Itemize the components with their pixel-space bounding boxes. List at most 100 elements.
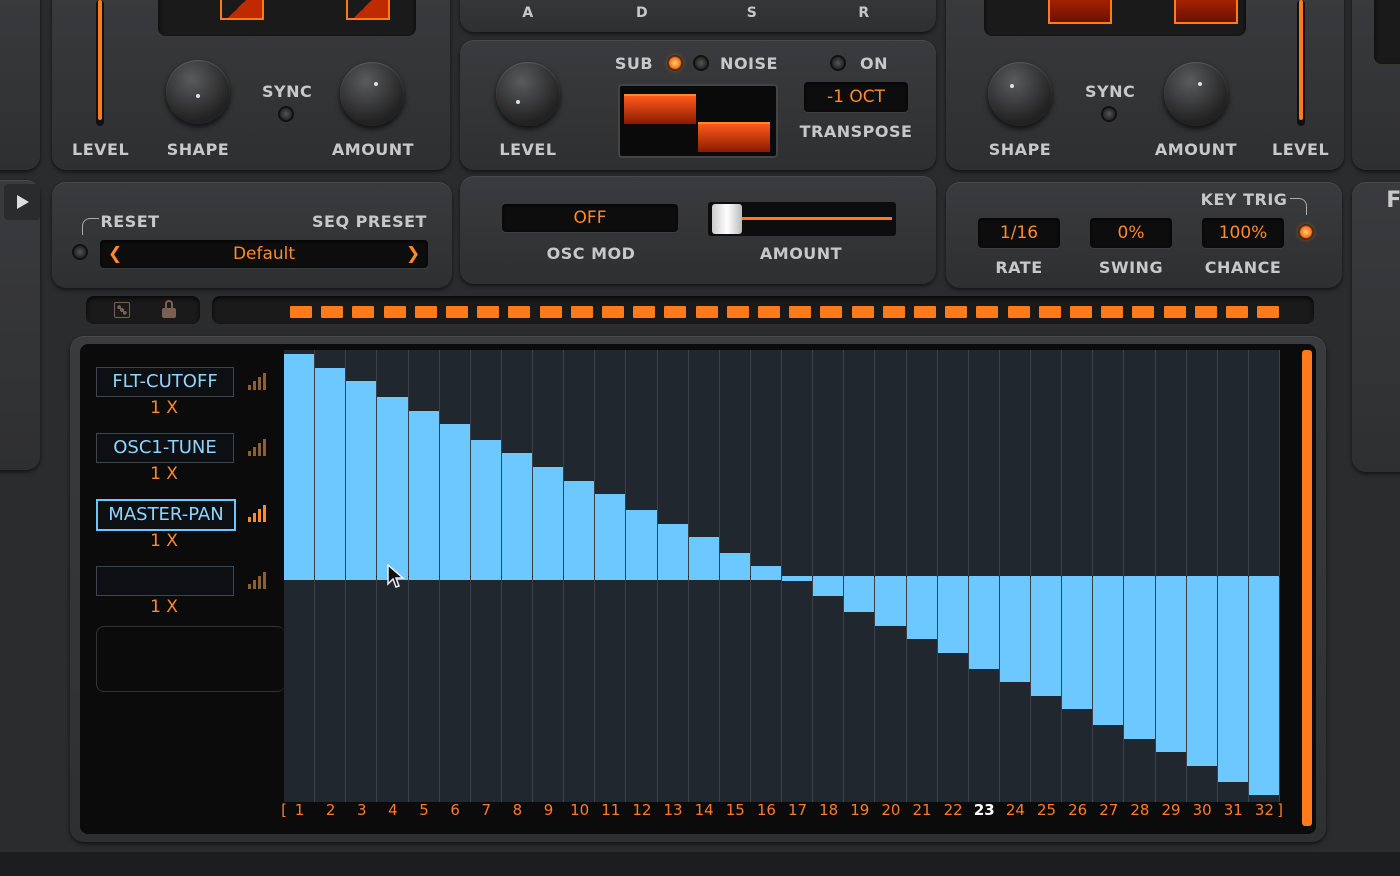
step-bar[interactable] bbox=[1248, 576, 1279, 796]
step-led bbox=[414, 306, 437, 318]
noise-led[interactable] bbox=[695, 57, 707, 69]
step-bar[interactable] bbox=[346, 381, 377, 580]
step-number: 25 bbox=[1036, 801, 1057, 819]
step-bar[interactable] bbox=[1217, 576, 1248, 782]
sub-wave-display bbox=[618, 84, 778, 158]
step-bar[interactable] bbox=[750, 566, 781, 580]
sub-level-knob[interactable] bbox=[496, 62, 560, 126]
osc-left-sync-led[interactable] bbox=[280, 108, 292, 120]
step-number: 13 bbox=[663, 801, 683, 819]
mod-slot-3-mult[interactable]: 1 X bbox=[96, 531, 232, 551]
step-bar[interactable] bbox=[377, 396, 408, 580]
rate-label: RATE bbox=[995, 258, 1043, 277]
step-led bbox=[1101, 306, 1124, 318]
step-number: 26 bbox=[1068, 801, 1088, 819]
mod-slot-4-mult[interactable]: 1 X bbox=[96, 597, 232, 617]
step-bar[interactable] bbox=[470, 439, 501, 580]
step-bar[interactable] bbox=[315, 367, 346, 580]
step-bar[interactable] bbox=[688, 537, 719, 580]
step-grid[interactable] bbox=[284, 350, 1280, 802]
step-led bbox=[851, 306, 874, 318]
osc-left-amount-knob[interactable] bbox=[340, 62, 404, 126]
mod-slot-3-bars-icon[interactable] bbox=[248, 504, 268, 522]
mod-slot-3[interactable]: MASTER-PAN bbox=[96, 499, 236, 531]
osc-left-level-fader[interactable] bbox=[96, 0, 104, 126]
bottom-strip bbox=[0, 852, 1400, 876]
step-bar[interactable] bbox=[1124, 576, 1155, 739]
mod-slot-4-bars-icon[interactable] bbox=[248, 571, 268, 589]
mod-slot-2-bars-icon[interactable] bbox=[248, 438, 268, 456]
mod-slot-2-mult[interactable]: 1 X bbox=[96, 464, 232, 484]
step-bar[interactable] bbox=[782, 576, 813, 581]
step-bar[interactable] bbox=[875, 576, 906, 626]
osc-left-shape-knob[interactable] bbox=[166, 60, 230, 124]
osc-right-sync-led[interactable] bbox=[1103, 108, 1115, 120]
amount-slider-thumb[interactable] bbox=[712, 204, 742, 234]
step-bar[interactable] bbox=[844, 576, 875, 613]
preset-selector[interactable]: ❮ Default ❯ bbox=[100, 240, 428, 268]
adsr-s-label: S bbox=[746, 5, 758, 21]
step-bar[interactable] bbox=[719, 552, 750, 580]
play-button[interactable] bbox=[4, 184, 40, 220]
step-bar[interactable] bbox=[813, 576, 844, 597]
step-number: 22 bbox=[943, 801, 963, 819]
transpose-display[interactable]: -1 OCT bbox=[804, 82, 908, 112]
adsr-a-label: A bbox=[522, 5, 534, 21]
lock-icon[interactable] bbox=[162, 308, 176, 318]
step-bar[interactable] bbox=[439, 424, 470, 580]
on-led[interactable] bbox=[832, 57, 844, 69]
step-number: 23 bbox=[973, 801, 995, 819]
mod-slot-1-mult[interactable]: 1 X bbox=[96, 398, 232, 418]
key-trig-label: KEY TRIG bbox=[1200, 190, 1288, 209]
preset-prev-button[interactable]: ❮ bbox=[108, 240, 122, 268]
dice-icon[interactable] bbox=[114, 302, 130, 318]
preset-name: Default bbox=[232, 244, 296, 264]
reset-button[interactable] bbox=[74, 246, 86, 258]
preset-next-button[interactable]: ❯ bbox=[406, 240, 420, 268]
step-led bbox=[726, 306, 749, 318]
step-led bbox=[1132, 306, 1155, 318]
step-bar[interactable] bbox=[284, 354, 315, 580]
step-bar[interactable] bbox=[1062, 576, 1093, 710]
rate-display[interactable]: 1/16 bbox=[978, 218, 1060, 248]
step-bar[interactable] bbox=[968, 576, 999, 669]
mod-slot-1-bars-icon[interactable] bbox=[248, 372, 268, 390]
step-bar[interactable] bbox=[1031, 576, 1062, 696]
step-bar[interactable] bbox=[999, 576, 1030, 683]
step-led bbox=[1070, 306, 1092, 318]
mod-slot-4[interactable] bbox=[96, 566, 234, 596]
mod-slot-empty-area[interactable] bbox=[96, 626, 285, 692]
step-bar[interactable] bbox=[657, 523, 688, 580]
step-bar[interactable] bbox=[626, 509, 657, 580]
step-bar[interactable] bbox=[937, 576, 968, 653]
osc-right-amount-knob[interactable] bbox=[1164, 62, 1228, 126]
sub-led[interactable] bbox=[669, 57, 681, 69]
step-led bbox=[1007, 306, 1030, 318]
osc-left-wave-display bbox=[158, 0, 416, 36]
swing-display[interactable]: 0% bbox=[1090, 218, 1172, 248]
step-bar[interactable] bbox=[1093, 576, 1124, 726]
sub-wave-low bbox=[698, 122, 770, 152]
step-bar[interactable] bbox=[533, 467, 564, 580]
step-bar[interactable] bbox=[595, 494, 626, 580]
amount-slider[interactable] bbox=[708, 202, 896, 236]
step-bar[interactable] bbox=[501, 453, 532, 580]
noise-label: NOISE bbox=[720, 54, 778, 73]
step-bar[interactable] bbox=[408, 410, 439, 580]
osc-right-level-fader[interactable] bbox=[1297, 0, 1305, 126]
osc-left-shape-label: SHAPE bbox=[166, 140, 230, 159]
key-trig-led[interactable] bbox=[1300, 226, 1312, 238]
step-led bbox=[508, 306, 531, 318]
transpose-label: TRANSPOSE bbox=[799, 122, 913, 141]
mod-slot-2[interactable]: OSC1-TUNE bbox=[96, 433, 234, 463]
adsr-r-label: R bbox=[858, 5, 870, 21]
chance-display[interactable]: 100% bbox=[1202, 218, 1284, 248]
step-bar[interactable] bbox=[1155, 576, 1186, 753]
osc-right-shape-knob[interactable] bbox=[988, 62, 1052, 126]
step-bar[interactable] bbox=[1186, 576, 1217, 766]
osc-mod-display[interactable]: OFF bbox=[502, 204, 678, 232]
step-bar[interactable] bbox=[564, 480, 595, 580]
step-bar[interactable] bbox=[906, 576, 937, 640]
mod-slot-1[interactable]: FLT-CUTOFF bbox=[96, 367, 234, 397]
step-number: 31 bbox=[1223, 801, 1243, 819]
